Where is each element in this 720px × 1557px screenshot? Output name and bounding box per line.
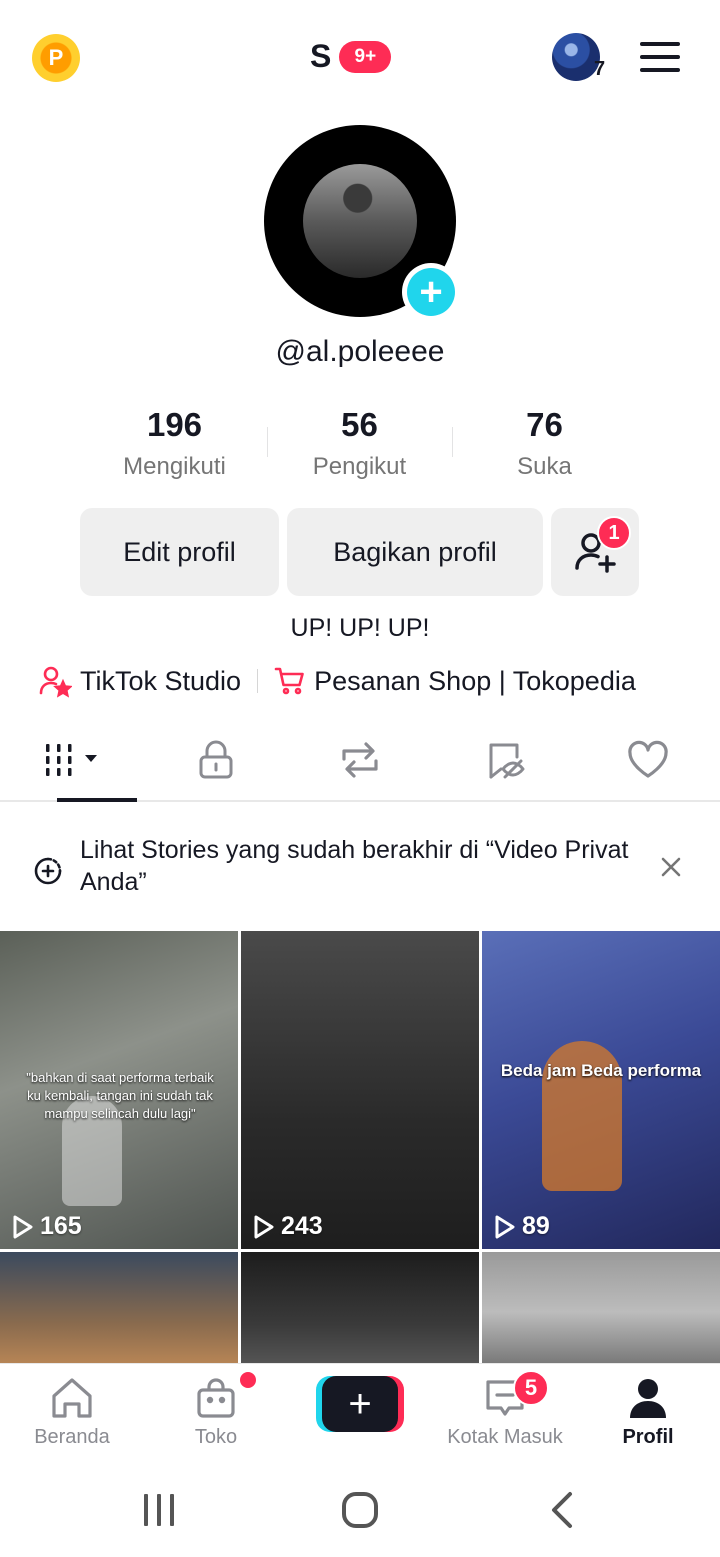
tiktok-studio-link[interactable]: TikTok Studio (38, 664, 241, 698)
view-count: 89 (494, 1212, 550, 1241)
repost-icon (342, 742, 378, 778)
video-thumbnail[interactable] (241, 1252, 479, 1363)
story-plus-icon (34, 857, 62, 885)
link-divider (257, 669, 259, 693)
shop-orders-link[interactable]: Pesanan Shop | Tokopedia (274, 665, 636, 697)
profile-stats: 196 Mengikuti 56 Pengikut 76 Suka (82, 405, 638, 481)
play-icon (495, 1215, 515, 1238)
video-thumbnail[interactable]: "bahkan di saat performa terbaik ku kemb… (0, 931, 238, 1249)
create-button[interactable]: + (316, 1376, 404, 1432)
tab-liked[interactable] (576, 720, 720, 800)
close-icon[interactable] (658, 854, 684, 880)
recent-apps-icon[interactable] (140, 1492, 178, 1528)
profile-tabs (0, 720, 720, 802)
profile-links: TikTok Studio Pesanan Shop | Tokopedia (38, 664, 688, 698)
tab-saved-hidden[interactable] (432, 720, 576, 800)
profile-avatar[interactable]: + (264, 125, 460, 321)
video-caption: "bahkan di saat performa terbaik ku kemb… (26, 1070, 214, 1121)
creator-star-icon (39, 666, 72, 698)
system-navigation-bar (0, 1468, 720, 1557)
cart-icon (274, 667, 304, 695)
video-thumbnail[interactable]: 243 (241, 931, 479, 1249)
shop-notification-dot (240, 1372, 256, 1388)
plus-icon: + (322, 1376, 398, 1432)
video-thumbnail[interactable] (0, 1252, 238, 1363)
nav-shop[interactable]: Toko (146, 1364, 286, 1469)
grid-sort-icon (46, 744, 97, 776)
bottom-navigation: Beranda Toko + Kotak Masuk 5 Profil (0, 1363, 720, 1468)
nav-profile[interactable]: Profil (578, 1364, 718, 1469)
stories-notice: Lihat Stories yang sudah berakhir di “Vi… (0, 806, 720, 926)
account-switcher[interactable]: S 9+ (310, 38, 392, 75)
profile-icon (630, 1379, 666, 1418)
home-button-icon[interactable] (340, 1490, 380, 1530)
top-header: P S 9+ 7 (0, 0, 720, 110)
lock-icon (199, 740, 233, 779)
share-profile-button[interactable]: Bagikan profil (287, 508, 543, 596)
notification-badge: 9+ (339, 40, 392, 73)
play-icon (254, 1215, 274, 1238)
video-grid: "bahkan di saat performa terbaik ku kemb… (0, 931, 720, 1363)
account-initial: S (310, 38, 332, 74)
tab-reposts[interactable] (288, 720, 432, 800)
video-caption: Beda jam Beda performa (500, 1061, 702, 1080)
bio-text: UP! UP! UP! (290, 614, 430, 642)
avatar-photo (303, 164, 417, 278)
tab-videos[interactable] (0, 720, 144, 802)
back-icon[interactable] (548, 1490, 578, 1530)
video-thumbnail[interactable] (482, 1252, 720, 1363)
heart-icon (628, 740, 668, 778)
stat-followers[interactable]: 56 Pengikut (267, 405, 452, 481)
username: @al.poleeee (275, 335, 445, 368)
inbox-badge: 5 (513, 1370, 549, 1406)
menu-icon[interactable] (640, 42, 680, 72)
hidden-bookmark-icon (489, 743, 525, 779)
play-icon (13, 1215, 33, 1238)
friends-count: 7 (594, 58, 606, 80)
plus-icon: + (407, 268, 455, 316)
friends-avatar[interactable] (552, 33, 600, 81)
video-thumbnail[interactable]: Beda jam Beda performa 89 (482, 931, 720, 1249)
nav-home[interactable]: Beranda (2, 1364, 142, 1469)
stat-likes[interactable]: 76 Suka (452, 405, 637, 481)
view-count: 243 (253, 1212, 323, 1241)
tab-private[interactable] (144, 720, 288, 800)
nav-inbox[interactable]: Kotak Masuk 5 (435, 1364, 575, 1469)
add-story-button[interactable]: + (402, 263, 460, 321)
coin-rewards-icon[interactable]: P (32, 34, 80, 82)
edit-profile-button[interactable]: Edit profil (80, 508, 279, 596)
home-icon (52, 1378, 92, 1418)
shopping-bag-icon (197, 1378, 235, 1418)
stat-following[interactable]: 196 Mengikuti (82, 405, 267, 481)
add-friend-badge: 1 (597, 516, 631, 550)
notice-text[interactable]: Lihat Stories yang sudah berakhir di “Vi… (80, 834, 640, 898)
view-count: 165 (12, 1212, 82, 1241)
